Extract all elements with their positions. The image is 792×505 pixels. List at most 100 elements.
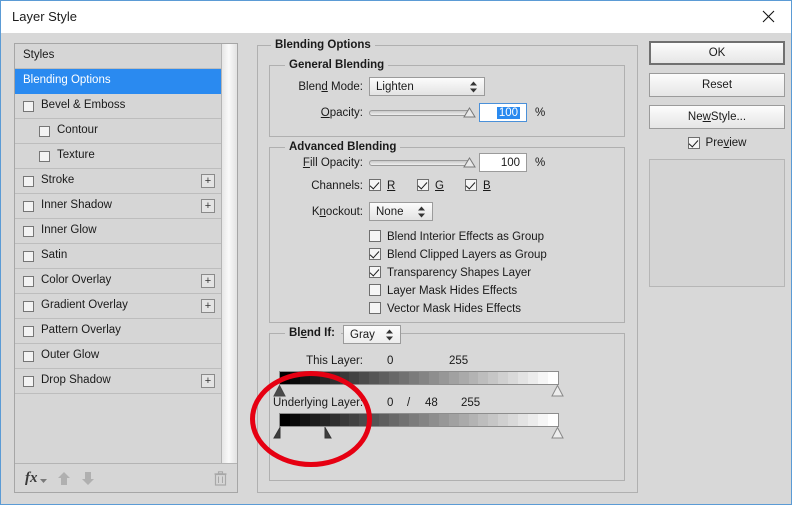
sidebar-item-blending-options[interactable]: Blending Options [15, 69, 221, 94]
sidebar-item-label: Satin [41, 249, 68, 262]
blend-mode-select[interactable]: Lighten [369, 77, 485, 96]
add-effect-button[interactable]: + [201, 374, 215, 388]
gradient-band [319, 372, 330, 384]
preview-toggle[interactable]: Preview [649, 137, 785, 149]
option-label: Vector Mask Hides Effects [387, 303, 522, 315]
spinner-icon [417, 206, 426, 218]
sidebar-item-drop-shadow[interactable]: Drop Shadow + [15, 369, 221, 394]
gradient-band [418, 414, 429, 426]
opacity-slider-thumb[interactable] [463, 107, 476, 121]
checkbox[interactable] [23, 300, 34, 312]
checkbox[interactable] [23, 250, 34, 262]
sidebar-item-label: Gradient Overlay [41, 299, 128, 312]
option-checkbox-layer-mask-hides-effects[interactable] [369, 284, 381, 296]
sidebar-item-texture[interactable]: Texture [15, 144, 221, 169]
checkbox[interactable] [23, 275, 34, 287]
arrow-down-icon[interactable] [81, 471, 95, 486]
checkbox[interactable] [23, 350, 34, 362]
this-layer-white-slider[interactable] [551, 384, 564, 400]
sidebar-item-color-overlay[interactable]: Color Overlay + [15, 269, 221, 294]
checkbox[interactable] [23, 325, 34, 337]
sidebar-item-bevel-emboss[interactable]: Bevel & Emboss [15, 94, 221, 119]
checkbox[interactable] [23, 200, 34, 212]
channel-checkbox-g[interactable] [417, 179, 429, 191]
gradient-band [518, 372, 529, 384]
opacity-slider-track[interactable] [369, 110, 471, 116]
new-style-button[interactable]: Ne w Style... [649, 105, 785, 129]
gradient-band [359, 414, 370, 426]
checkbox[interactable] [23, 175, 34, 187]
underlying-layer-white-slider[interactable] [551, 426, 564, 442]
channel-checkbox-b[interactable] [465, 179, 477, 191]
sidebar-item-gradient-overlay[interactable]: Gradient Overlay + [15, 294, 221, 319]
checkbox[interactable] [23, 225, 34, 237]
knockout-select[interactable]: None [369, 202, 433, 221]
blend-mode-value: Lighten [376, 80, 414, 93]
checkbox[interactable] [23, 100, 34, 112]
add-effect-button[interactable]: + [201, 299, 215, 313]
add-effect-button[interactable]: + [201, 199, 215, 213]
gradient-band [408, 414, 419, 426]
underlying-layer-black-slider-right-half[interactable] [324, 425, 332, 442]
underlying-layer-black-slider-left-half[interactable] [273, 425, 281, 442]
underlying-black-left-half-glyph [273, 425, 281, 439]
option-checkbox-vector-mask-hides-effects[interactable] [369, 302, 381, 314]
sidebar-item-contour[interactable]: Contour [15, 119, 221, 144]
sidebar-item-inner-glow[interactable]: Inner Glow [15, 219, 221, 244]
option-label: Layer Mask Hides Effects [387, 285, 518, 297]
sidebar-item-styles[interactable]: Styles [15, 44, 221, 69]
gradient-band [498, 372, 509, 384]
sidebar-item-outer-glow[interactable]: Outer Glow [15, 344, 221, 369]
gradient-band [428, 414, 439, 426]
underlying-layer-high: 255 [461, 397, 481, 409]
opacity-input[interactable]: 100 [479, 103, 527, 122]
underlying-layer-gradient-bar[interactable] [279, 413, 559, 427]
gradient-band [458, 372, 469, 384]
checkbox[interactable] [39, 150, 50, 162]
underlying-white-slider-glyph [551, 426, 564, 439]
trash-icon[interactable] [214, 470, 227, 486]
preview-thumbnail [649, 159, 785, 287]
fill-opacity-slider-track[interactable] [369, 160, 471, 166]
option-checkbox-blend-interior-effects-as-group[interactable] [369, 230, 381, 242]
blending-options-panel: Blending Options General Blending Blend … [257, 39, 638, 493]
gradient-band [528, 372, 538, 384]
fill-opacity-input[interactable]: 100 [479, 153, 527, 172]
option-checkbox-blend-clipped-layers-as-group[interactable] [369, 248, 381, 260]
arrow-up-icon[interactable] [57, 471, 71, 486]
underlying-layer-low-split: 48 [425, 397, 438, 409]
gradient-band [339, 414, 350, 426]
fill-opacity-slider-thumb[interactable] [463, 157, 476, 171]
fx-icon[interactable]: fx [25, 470, 47, 487]
gradient-band [289, 414, 300, 426]
channel-checkbox-r[interactable] [369, 179, 381, 191]
sidebar-item-inner-shadow[interactable]: Inner Shadow + [15, 194, 221, 219]
preview-checkbox[interactable] [687, 137, 700, 149]
styles-list-scrollbar[interactable] [221, 44, 237, 463]
add-effect-button[interactable]: + [201, 174, 215, 188]
sidebar-item-label: Inner Glow [41, 224, 97, 237]
gradient-band [498, 414, 509, 426]
gradient-band [379, 372, 390, 384]
add-effect-button[interactable]: + [201, 274, 215, 288]
opacity-thumb-glyph [463, 107, 476, 118]
reset-button[interactable]: Reset [649, 73, 785, 97]
option-checkbox-transparency-shapes-layer[interactable] [369, 266, 381, 278]
styles-sidebar: Styles Blending Options Bevel & Emboss Cont… [14, 43, 238, 493]
general-blending-title: General Blending [285, 59, 389, 71]
blend-if-select[interactable]: Gray [343, 325, 401, 344]
sidebar-item-pattern-overlay[interactable]: Pattern Overlay [15, 319, 221, 344]
ok-button[interactable]: OK [649, 41, 785, 65]
checkbox[interactable] [23, 375, 34, 387]
sidebar-item-stroke[interactable]: Stroke + [15, 169, 221, 194]
spinner-glyph [470, 81, 477, 92]
gradient-band [299, 372, 310, 384]
close-icon[interactable] [745, 1, 791, 32]
underlying-layer-separator: / [407, 397, 411, 409]
styles-list[interactable]: Styles Blending Options Bevel & Emboss Cont… [15, 44, 222, 463]
gradient-band [329, 372, 340, 384]
sidebar-item-satin[interactable]: Satin [15, 244, 221, 269]
checkbox[interactable] [39, 125, 50, 137]
this-layer-gradient-bar[interactable] [279, 371, 559, 385]
gradient-band [359, 372, 370, 384]
